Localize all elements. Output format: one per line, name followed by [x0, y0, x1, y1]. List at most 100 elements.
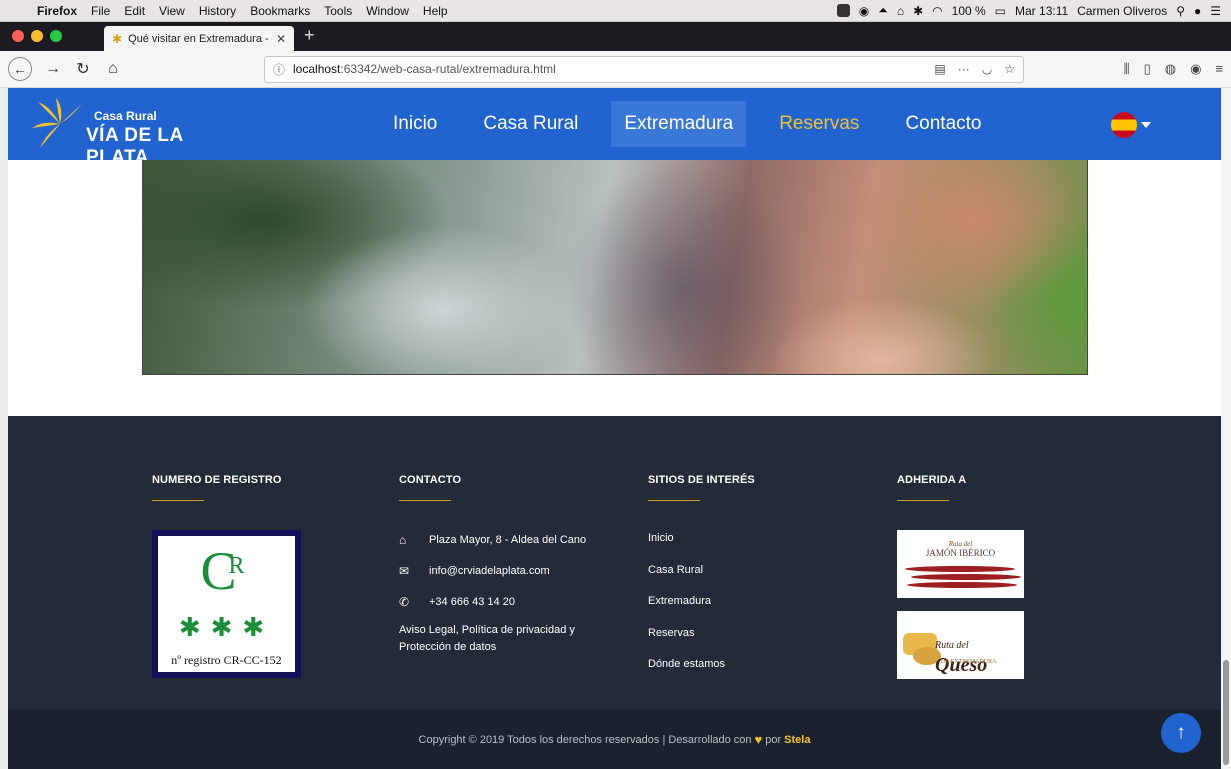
footer-link-reservas[interactable]: Reservas	[648, 627, 725, 643]
home-icon: ⌂	[399, 533, 407, 547]
library-icon[interactable]: ⫼	[1124, 61, 1130, 77]
menu-window[interactable]: Window	[359, 4, 416, 18]
menu-hamburger-icon[interactable]: ≡	[1215, 61, 1223, 77]
pocket-icon[interactable]: ◡	[982, 62, 992, 76]
wifi-icon[interactable]: ◠	[932, 4, 942, 18]
ham-stripe-icon	[907, 582, 1017, 588]
address-text: Plaza Mayor, 8 - Aldea del Cano	[429, 534, 587, 546]
notification-center-icon[interactable]: ☰	[1210, 4, 1221, 18]
copyright-by: por	[765, 733, 782, 746]
bookmark-star-icon[interactable]: ☆	[1004, 62, 1015, 76]
arrow-up-icon: ↑	[1176, 722, 1186, 743]
footer-col-contacto: CONTACTO	[399, 474, 461, 501]
site-logo[interactable]: Casa Rural VÍA DE LA PLATA	[30, 98, 200, 168]
hero-image	[142, 160, 1088, 375]
status-lock-icon[interactable]: ⌂	[897, 4, 904, 18]
footer-col-adherida: ADHERIDA A	[897, 474, 966, 501]
contact-address: ⌂ Plaza Mayor, 8 - Aldea del Cano	[399, 532, 599, 548]
status-app-icon[interactable]	[836, 4, 850, 17]
queso-logo-main: Queso	[935, 654, 988, 676]
extension-icon[interactable]: ◍	[1165, 61, 1176, 77]
footer-link-donde-estamos[interactable]: Dónde estamos	[648, 658, 725, 674]
browser-tab[interactable]: ✱ Qué visitar en Extremadura - C ✕	[104, 26, 294, 51]
copyright-bar: Copyright © 2019 Todos los derechos rese…	[8, 710, 1221, 769]
clock[interactable]: Mar 13:11	[1015, 4, 1068, 18]
site-info-icon[interactable]: ⓘ	[273, 61, 285, 78]
scrollbar-thumb[interactable]	[1223, 660, 1229, 765]
spotlight-icon[interactable]: ⚲	[1176, 4, 1185, 18]
ruta-jamon-logo[interactable]: Ruta del JAMÓN IBÉRICO	[897, 530, 1024, 598]
menu-edit[interactable]: Edit	[117, 4, 152, 18]
logo-subtitle: Casa Rural	[94, 109, 157, 123]
jamon-logo-top: Ruta del	[948, 540, 973, 548]
envelope-icon: ✉	[399, 564, 410, 578]
registro-badge-inner: CR ✱✱✱ nº registro CR-CC-152	[158, 536, 295, 672]
email-text[interactable]: info@crviadelaplata.com	[429, 565, 550, 577]
caret-down-icon	[1141, 122, 1151, 128]
tab-title: Qué visitar en Extremadura - C	[128, 32, 270, 45]
new-tab-button[interactable]: +	[294, 25, 325, 51]
contact-list: ⌂ Plaza Mayor, 8 - Aldea del Cano ✉ info…	[399, 532, 599, 656]
home-button[interactable]: ⌂	[104, 60, 122, 78]
footer-link-casa-rural[interactable]: Casa Rural	[648, 564, 725, 580]
reload-button[interactable]: ↻	[74, 59, 92, 79]
back-to-top-button[interactable]: ↑	[1161, 713, 1201, 753]
siri-icon[interactable]: ●	[1194, 4, 1201, 18]
bluetooth-icon[interactable]: ✱	[913, 4, 923, 18]
nav-reservas[interactable]: Reservas	[766, 101, 872, 147]
contact-phone[interactable]: ✆ +34 666 43 14 20	[399, 594, 599, 610]
footer-col-registro: NUMERO DE REGISTRO	[152, 474, 282, 501]
account-icon[interactable]: ◉	[1190, 61, 1201, 77]
nav-extremadura[interactable]: Extremadura	[611, 101, 747, 147]
page-scrollbar[interactable]	[1221, 88, 1231, 769]
close-tab-icon[interactable]: ✕	[276, 32, 286, 46]
registro-badge: CR ✱✱✱ nº registro CR-CC-152	[152, 530, 301, 678]
language-selector[interactable]	[1111, 112, 1151, 138]
status-eye-icon[interactable]: ◉	[859, 4, 869, 18]
sidebar-icon[interactable]: ▯	[1144, 61, 1151, 77]
nav-casa-rural[interactable]: Casa Rural	[470, 101, 591, 147]
user-name[interactable]: Carmen Oliveros	[1077, 4, 1167, 18]
page-viewport: Casa Rural VÍA DE LA PLATA Inicio Casa R…	[8, 88, 1221, 769]
close-window-button[interactable]	[12, 30, 24, 42]
menu-history[interactable]: History	[192, 4, 243, 18]
minimize-window-button[interactable]	[31, 30, 43, 42]
menu-file[interactable]: File	[84, 4, 117, 18]
heading-underline	[648, 500, 700, 501]
url-bar[interactable]: ⓘ localhost :63342/web-casa-rutal/extrem…	[264, 55, 1024, 83]
nav-contacto[interactable]: Contacto	[892, 101, 994, 147]
phone-text[interactable]: +34 666 43 14 20	[429, 596, 515, 608]
window-controls	[0, 30, 76, 51]
menu-tools[interactable]: Tools	[317, 4, 359, 18]
page-actions-icon[interactable]: ···	[958, 62, 970, 76]
zoom-window-button[interactable]	[50, 30, 62, 42]
nav-inicio[interactable]: Inicio	[380, 101, 450, 147]
heart-icon: ♥	[754, 732, 763, 747]
cr-logo: CR	[158, 544, 295, 609]
sun-logo-icon	[32, 98, 82, 148]
legal-link[interactable]: Aviso Legal, Política de privacidad y Pr…	[399, 622, 599, 656]
status-upload-icon[interactable]: ⏶	[878, 3, 888, 18]
copyright-text: Copyright © 2019 Todos los derechos rese…	[418, 733, 752, 746]
reader-view-icon[interactable]: ▤	[934, 62, 945, 76]
battery-percent[interactable]: 100 %	[952, 4, 986, 18]
interest-links: Inicio Casa Rural Extremadura Reservas D…	[648, 532, 725, 690]
battery-icon[interactable]: ▭	[995, 4, 1006, 18]
cr-letter-r: R	[228, 553, 245, 579]
sitios-heading: SITIOS DE INTERÉS	[648, 474, 755, 486]
menu-help[interactable]: Help	[416, 4, 455, 18]
ruta-queso-logo[interactable]: Ruta del Queso DE EXTREMADURA	[897, 611, 1024, 679]
forward-button[interactable]: →	[44, 60, 62, 78]
footer-link-inicio[interactable]: Inicio	[648, 532, 725, 548]
footer-link-extremadura[interactable]: Extremadura	[648, 595, 725, 611]
author-link[interactable]: Stela	[784, 734, 810, 746]
back-button[interactable]: ←	[8, 57, 32, 81]
menu-bookmarks[interactable]: Bookmarks	[243, 4, 317, 18]
app-menu[interactable]: Firefox	[30, 4, 84, 18]
queso-logo-pre: Ruta del	[935, 640, 969, 651]
tab-strip: ✱ Qué visitar en Extremadura - C ✕ +	[0, 22, 1231, 51]
contact-email[interactable]: ✉ info@crviadelaplata.com	[399, 563, 599, 579]
menu-view[interactable]: View	[152, 4, 192, 18]
favicon-icon: ✱	[112, 31, 123, 46]
macos-menubar: Firefox File Edit View History Bookmarks…	[0, 0, 1231, 22]
